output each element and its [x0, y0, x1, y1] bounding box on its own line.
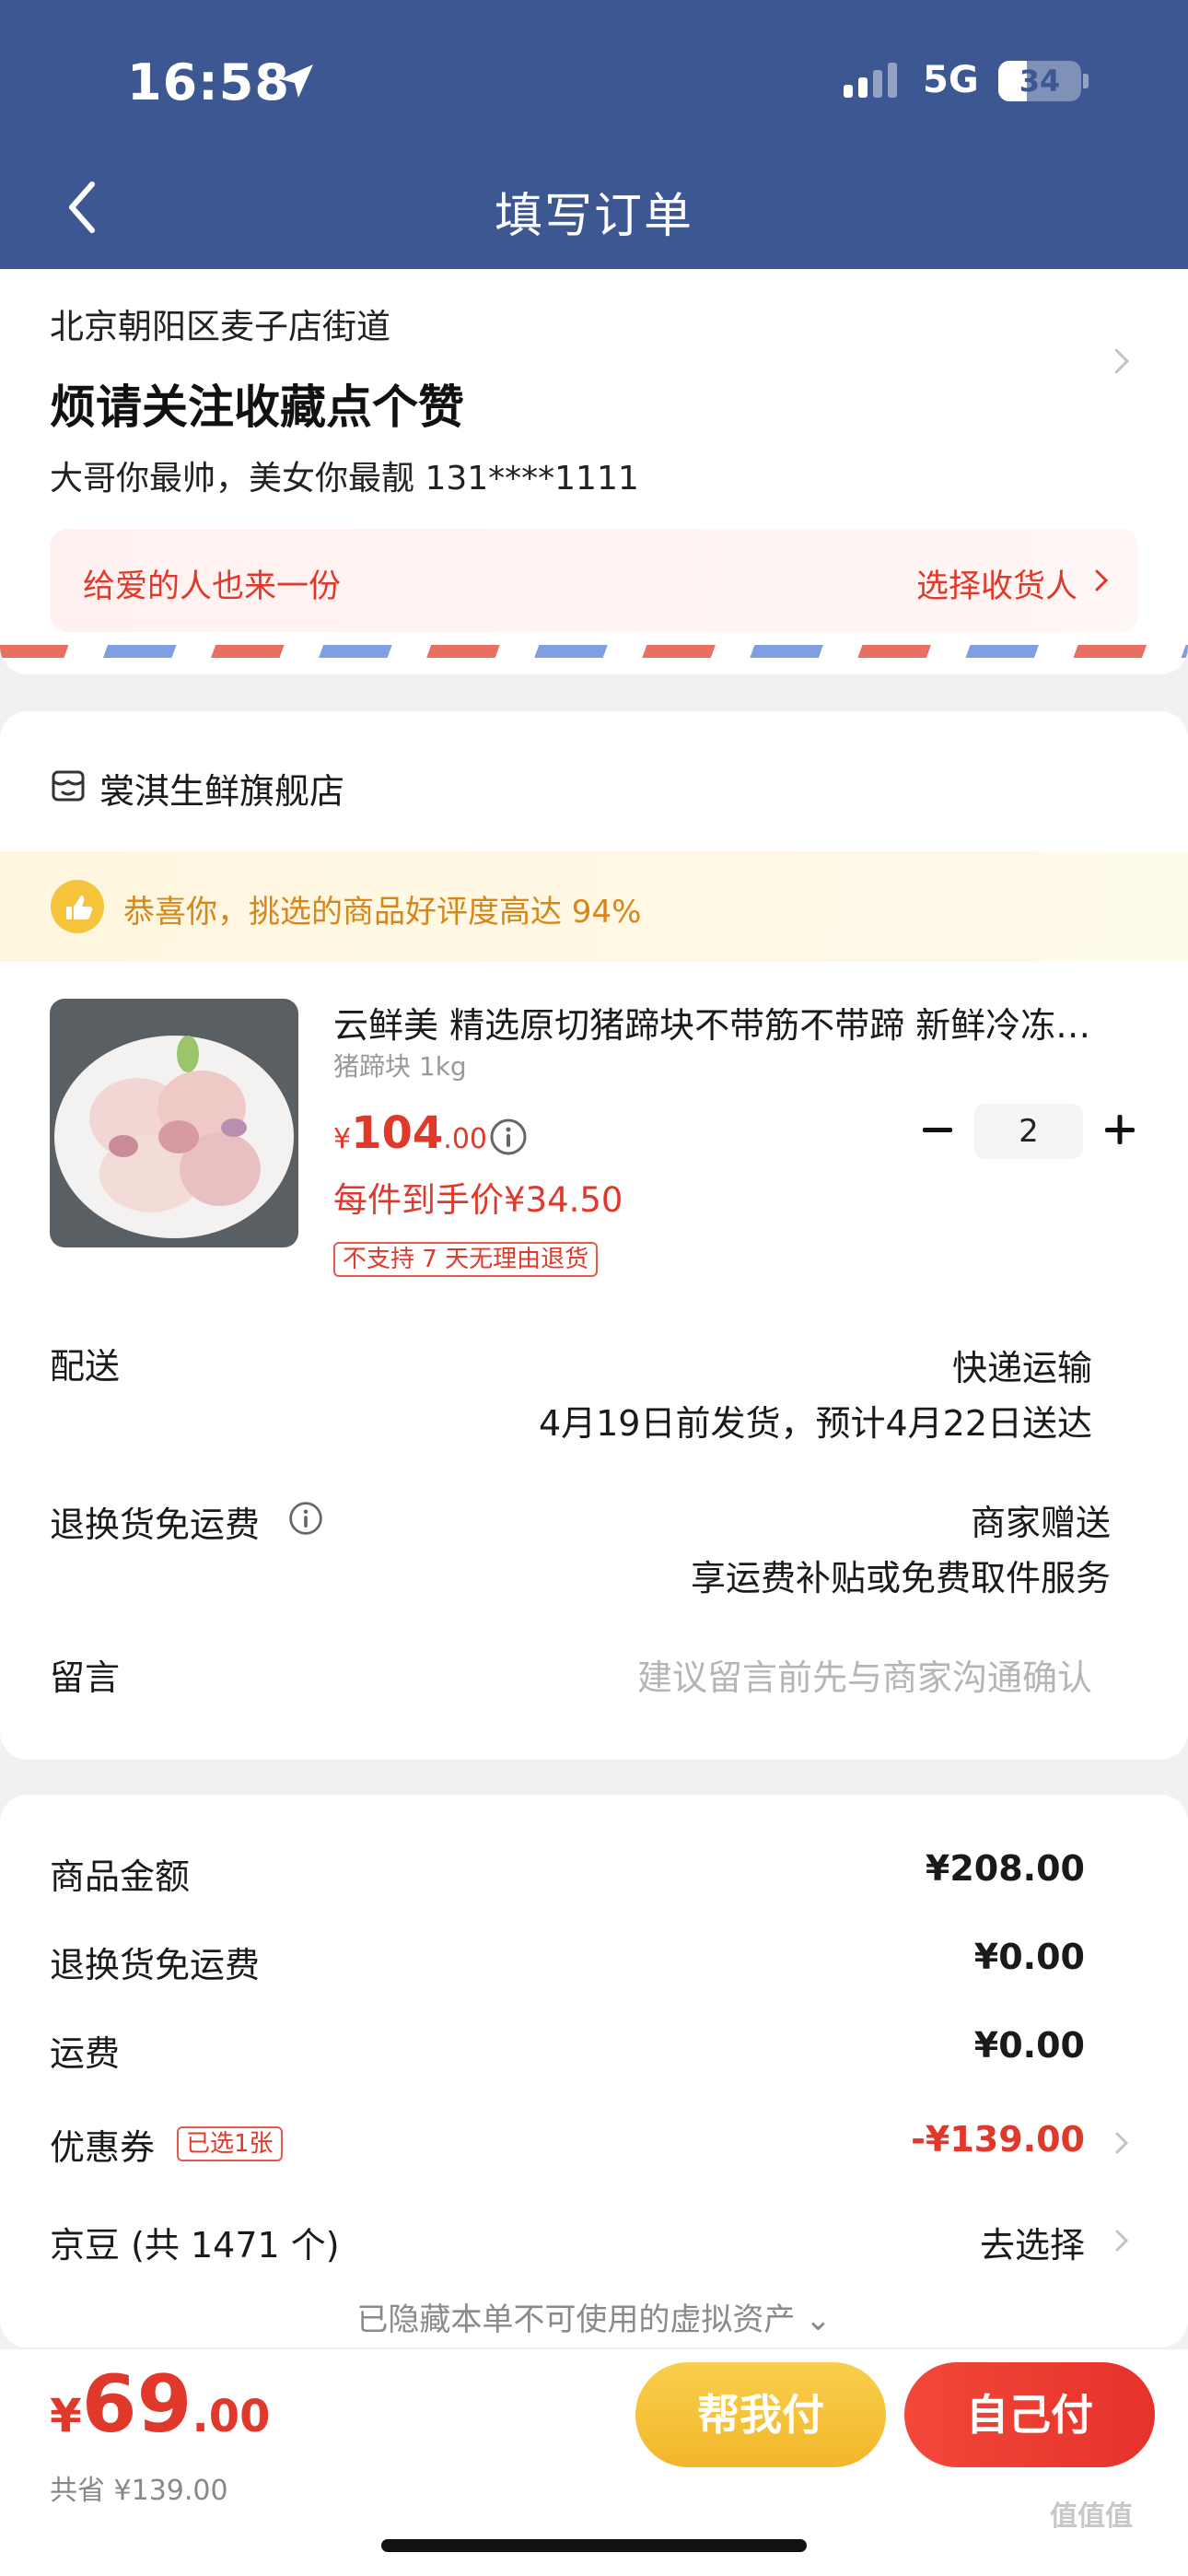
location-arrow-icon: [280, 64, 313, 98]
info-icon[interactable]: [488, 1117, 529, 1157]
battery-tip: [1083, 74, 1089, 88]
return-fee-total-value: ¥0.00: [973, 1937, 1085, 1977]
note-input[interactable]: 建议留言前先与商家沟通确认: [637, 1649, 1092, 1700]
chevron-right-icon: [1095, 569, 1109, 591]
return-fee-label: 退换货免运费: [50, 1505, 261, 1545]
delivery-label: 配送: [50, 1346, 121, 1387]
watermark: 值值值: [1050, 2500, 1133, 2533]
info-icon[interactable]: [287, 1500, 324, 1537]
price-decimal: .00: [443, 1123, 488, 1155]
total-price: ¥69.00: [50, 2359, 271, 2451]
page-title: 填写订单: [494, 189, 693, 244]
self-pay-button[interactable]: 自己付: [904, 2362, 1155, 2467]
address-contact: 大哥你最帅，美女你最靓 131****1111: [50, 460, 639, 498]
product-price: ¥104.00: [333, 1107, 487, 1159]
delivery-method[interactable]: 快递运输: [952, 1340, 1092, 1390]
product-spec: 猪蹄块 1kg: [333, 1051, 467, 1082]
quantity-plus-button[interactable]: [1100, 1102, 1140, 1157]
choose-receiver-link[interactable]: 选择收货人: [916, 560, 1077, 607]
note-label: 留言: [50, 1657, 121, 1698]
price-currency: ¥: [333, 1123, 352, 1155]
coupon-label[interactable]: 优惠券: [50, 2119, 155, 2170]
delivery-eta: 4月19日前发货，预计4月22日送达: [538, 1403, 1092, 1444]
total-integer: 69: [81, 2359, 192, 2451]
quantity-input[interactable]: 2: [974, 1104, 1083, 1159]
gift-receiver-bar[interactable]: 给爱的人也来一份 选择收货人: [50, 529, 1138, 632]
battery-icon: 34: [998, 61, 1081, 101]
status-nav-bar: 16:58 5G 34 填写订单: [0, 0, 1188, 269]
gift-prompt: 给爱的人也来一份: [83, 568, 342, 605]
address-region: 北京朝阳区麦子店街道: [50, 307, 390, 346]
signal-icon: [844, 63, 897, 98]
jd-beans-select[interactable]: 去选择: [980, 2217, 1085, 2267]
quantity-minus-button[interactable]: [917, 1102, 958, 1157]
shipping-label: 运费: [50, 2033, 121, 2074]
chevron-right-icon[interactable]: [1112, 2226, 1131, 2255]
network-label: 5G: [923, 59, 979, 101]
total-decimal: .00: [192, 2391, 271, 2442]
totals-card: 商品金额 ¥208.00 退换货免运费 ¥0.00 运费 ¥0.00 优惠券 已…: [0, 1795, 1188, 2348]
saved-amount: 共省 ¥139.00: [50, 2475, 228, 2507]
unit-price: 每件到手价¥34.50: [333, 1180, 623, 1220]
store-icon: [52, 770, 85, 802]
praise-banner: 恭喜你，挑选的商品好评度高达 94%: [0, 851, 1188, 962]
address-detail: 烦请关注收藏点个赞: [50, 381, 464, 434]
chevron-right-icon[interactable]: [1111, 343, 1133, 380]
help-pay-button[interactable]: 帮我付: [635, 2362, 886, 2467]
return-fee-desc: 享运费补贴或免费取件服务: [690, 1558, 1111, 1598]
coupon-badge: 已选1张: [177, 2126, 283, 2161]
hidden-assets-toggle[interactable]: 已隐藏本单不可使用的虚拟资产 ⌄: [0, 2294, 1188, 2339]
product-title[interactable]: 云鲜美 精选原切猪蹄块不带筋不带蹄 新鲜冷冻猪蹄块: [333, 997, 1125, 1048]
shop-name[interactable]: 裳淇生鲜旗舰店: [99, 763, 344, 814]
address-card[interactable]: 北京朝阳区麦子店街道 烦请关注收藏点个赞 大哥你最帅，美女你最靓 131****…: [0, 269, 1188, 674]
return-fee-value: 商家赠送: [970, 1503, 1111, 1543]
goods-amount-label: 商品金额: [50, 1856, 191, 1897]
goods-amount-value: ¥208.00: [925, 1848, 1085, 1889]
status-time: 16:58: [127, 53, 290, 111]
total-currency: ¥: [50, 2389, 82, 2442]
price-integer: 104: [351, 1107, 444, 1159]
thumbs-up-icon: [51, 880, 104, 933]
product-image[interactable]: [50, 999, 298, 1247]
no-return-badge: 不支持 7 天无理由退货: [333, 1242, 599, 1277]
battery-level: 34: [1019, 64, 1061, 99]
airmail-border: [0, 645, 1188, 658]
return-fee-total-label: 退换货免运费: [50, 1945, 261, 1985]
praise-text: 恭喜你，挑选的商品好评度高达 94%: [123, 894, 642, 931]
coupon-value[interactable]: -¥139.00: [911, 2119, 1085, 2160]
shipping-value: ¥0.00: [973, 2025, 1085, 2066]
chevron-right-icon[interactable]: [1112, 2128, 1131, 2158]
shop-order-card: 裳淇生鲜旗舰店 恭喜你，挑选的商品好评度高达 94% 云鲜美 精选原切猪蹄块不带…: [0, 711, 1188, 1760]
jd-beans-label[interactable]: 京豆 (共 1471 个): [50, 2217, 340, 2267]
home-indicator: [381, 2539, 807, 2552]
